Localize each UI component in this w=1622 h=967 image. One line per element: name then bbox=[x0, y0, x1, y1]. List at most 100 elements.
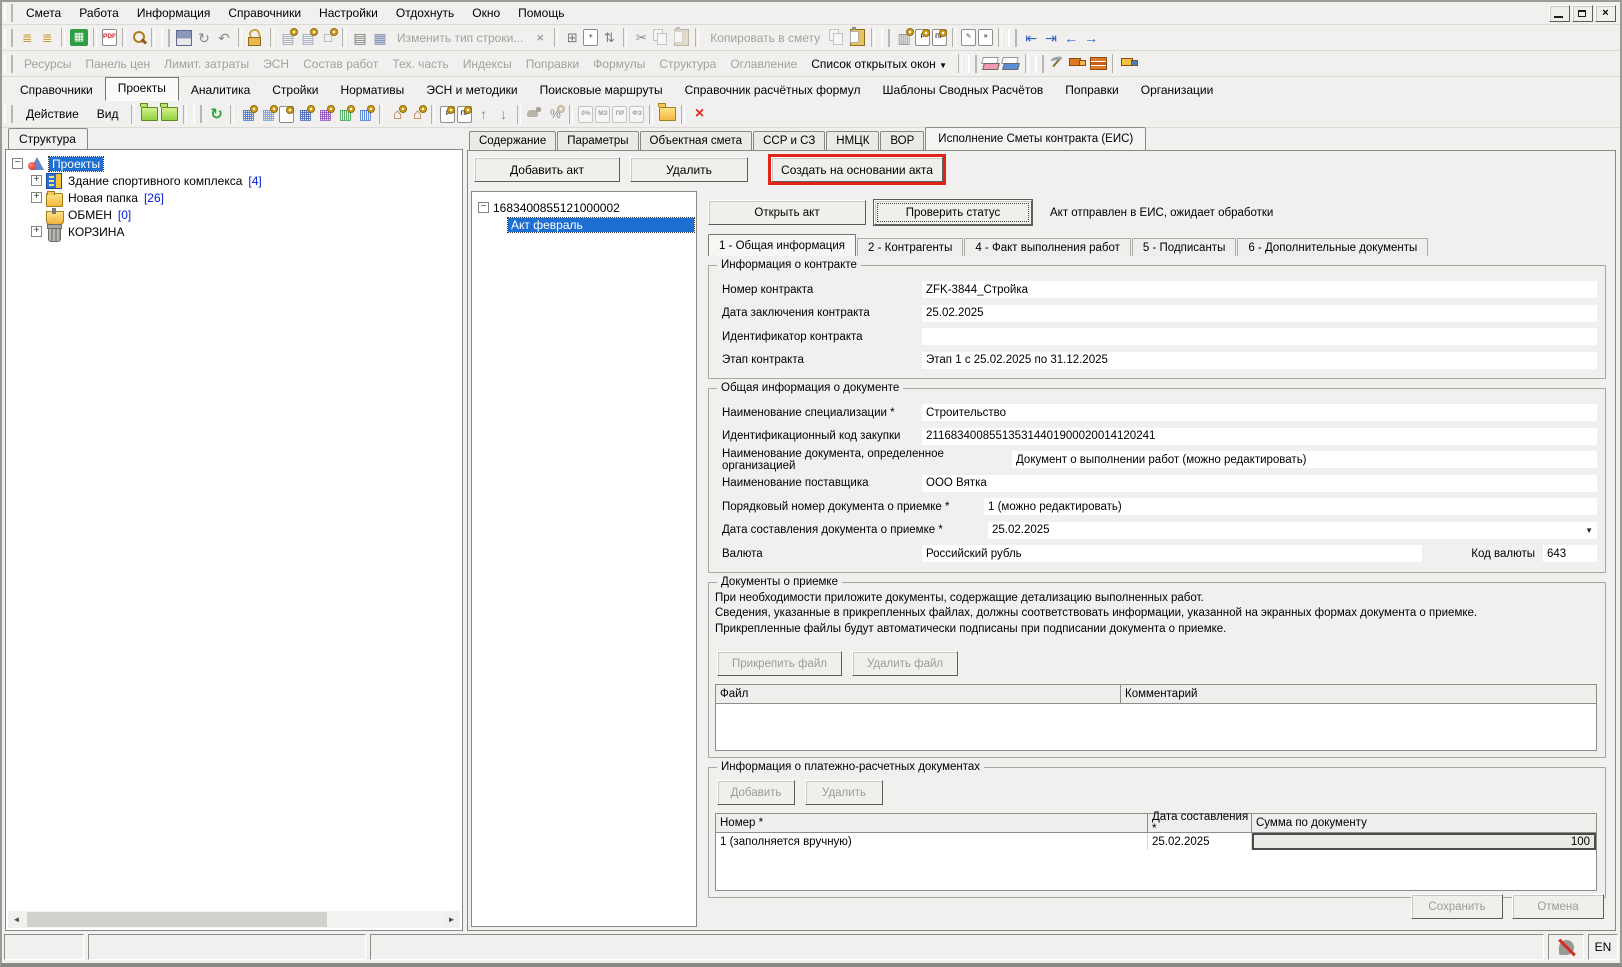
server-settings-icon[interactable]: ▤ bbox=[279, 29, 297, 46]
save-icon[interactable] bbox=[176, 30, 192, 46]
document-name-input[interactable]: Документ о выполнении работ (можно редак… bbox=[1012, 451, 1597, 468]
refresh-green-icon[interactable]: ↻ bbox=[207, 106, 225, 123]
menu-pomosch[interactable]: Помощь bbox=[509, 4, 573, 22]
subtab-dop-dokumenty[interactable]: 6 - Дополнительные документы bbox=[1237, 238, 1428, 256]
import-building-icon[interactable]: ▦ bbox=[296, 106, 314, 123]
blue-books-icon[interactable] bbox=[1004, 57, 1019, 71]
tab-normativy[interactable]: Нормативы bbox=[330, 80, 414, 101]
tab-spravochniki[interactable]: Справочники bbox=[10, 80, 103, 101]
column-header-file[interactable]: Файл bbox=[716, 685, 1121, 703]
scroll-right-icon[interactable]: ► bbox=[443, 911, 460, 928]
collapse-icon[interactable]: − bbox=[478, 202, 489, 213]
move-to-structure-icon[interactable]: ≣ bbox=[38, 29, 56, 46]
column-header-amount[interactable]: Сумма по документу bbox=[1252, 814, 1596, 832]
tree-label[interactable]: Здание спортивного комплекса bbox=[68, 174, 242, 188]
bricks-icon[interactable] bbox=[1090, 57, 1107, 70]
menu-deystvie[interactable]: Действие bbox=[17, 105, 88, 123]
expand-icon[interactable]: + bbox=[31, 192, 42, 203]
calculator-icon[interactable]: ⊞ bbox=[563, 29, 581, 46]
toolbar-grip[interactable] bbox=[4, 4, 13, 22]
create-from-act-button[interactable]: Создать на основании акта bbox=[771, 157, 943, 182]
pdf-export-icon[interactable]: PDF bbox=[102, 29, 117, 46]
save-building-icon[interactable]: ▦ bbox=[316, 106, 334, 123]
menu-otdohnut[interactable]: Отдохнуть bbox=[387, 4, 463, 22]
column-header-comment[interactable]: Комментарий bbox=[1121, 685, 1596, 703]
tab-analitika[interactable]: Аналитика bbox=[181, 80, 260, 101]
menu-okno[interactable]: Окно bbox=[463, 4, 509, 22]
contract-stage-input[interactable]: Этап 1 с 25.02.2025 по 31.12.2025 bbox=[922, 352, 1597, 369]
tab-popravki[interactable]: Поправки bbox=[1055, 80, 1128, 101]
refresh-icon[interactable]: ↻ bbox=[195, 29, 213, 46]
column-header-date[interactable]: Дата составления * bbox=[1148, 814, 1252, 832]
page-r-icon[interactable]: Р bbox=[915, 29, 930, 46]
scroll-left-icon[interactable]: ◄ bbox=[8, 911, 25, 928]
menu-informacia[interactable]: Информация bbox=[128, 4, 219, 22]
clipboard-icon[interactable] bbox=[850, 29, 865, 46]
specialization-input[interactable]: Строительство bbox=[922, 404, 1597, 421]
files-table-body[interactable] bbox=[716, 704, 1596, 750]
open-windows-dropdown[interactable]: Список открытых окон ▼ bbox=[804, 57, 954, 71]
unlock-icon[interactable] bbox=[250, 31, 262, 45]
add-page-icon[interactable]: + bbox=[583, 29, 598, 46]
supplier-input[interactable]: ООО Вятка bbox=[922, 475, 1597, 492]
page-pr-icon[interactable]: ПР bbox=[457, 106, 472, 123]
check-status-button[interactable]: Проверить статус bbox=[874, 200, 1032, 225]
delete-icon[interactable]: × bbox=[690, 106, 708, 123]
acts-root-row[interactable]: − 1683400855121000002 bbox=[478, 199, 694, 216]
contract-number-input[interactable]: ZFK-3844_Стройка bbox=[922, 281, 1597, 298]
tree-row-folder[interactable]: + Новая папка [26] bbox=[12, 189, 460, 206]
tab-esn-i-metodiki[interactable]: ЭСН и методики bbox=[416, 80, 527, 101]
act-label[interactable]: Акт февраль bbox=[508, 218, 694, 232]
tab-soderzhanie[interactable]: Содержание bbox=[469, 131, 556, 150]
payment-row[interactable]: 1 (заполняется вручную) 25.02.2025 100 bbox=[716, 833, 1596, 850]
truck-icon[interactable] bbox=[1070, 58, 1087, 70]
close-button[interactable]: × bbox=[1595, 5, 1616, 22]
level-down-icon[interactable]: → bbox=[1082, 29, 1100, 46]
add-building-icon[interactable]: ▦ bbox=[239, 106, 257, 123]
tab-parametry[interactable]: Параметры bbox=[557, 131, 638, 150]
house-save-icon[interactable]: ⌂ bbox=[408, 106, 426, 123]
page-r-icon[interactable]: Р bbox=[440, 106, 455, 123]
subtab-obschaya-informaciya[interactable]: 1 - Общая информация bbox=[708, 234, 856, 256]
contract-id-input[interactable] bbox=[922, 328, 1597, 345]
horizontal-scrollbar[interactable]: ◄ ► bbox=[8, 911, 460, 928]
tools-icon[interactable] bbox=[1051, 56, 1066, 71]
new-folder-icon[interactable] bbox=[659, 107, 676, 121]
list-edit-icon[interactable]: ✎ bbox=[961, 29, 976, 46]
expand-icon[interactable]: + bbox=[31, 175, 42, 186]
structure-tree-icon[interactable]: ≣ bbox=[18, 29, 36, 46]
menu-smeta[interactable]: Смета bbox=[17, 4, 70, 22]
print-icon[interactable]: ▤ bbox=[351, 29, 369, 46]
language-indicator[interactable]: EN bbox=[1588, 934, 1618, 960]
toolbar-grip[interactable] bbox=[4, 105, 13, 123]
expand-icon[interactable]: + bbox=[31, 226, 42, 237]
menu-vid[interactable]: Вид bbox=[88, 105, 128, 123]
acceptance-date-input[interactable]: 25.02.2025▼ bbox=[988, 522, 1597, 539]
payment-table-body[interactable] bbox=[716, 850, 1596, 890]
add-document-icon[interactable] bbox=[279, 106, 294, 123]
add-object-icon[interactable]: ▦ bbox=[259, 106, 277, 123]
tab-ispolnenie-smety-eis[interactable]: Исполнение Сметы контракта (ЕИС) bbox=[925, 127, 1146, 150]
tree-label[interactable]: КОРЗИНА bbox=[68, 225, 124, 239]
tree-label-projects[interactable]: Проекты bbox=[49, 157, 103, 171]
tab-poiskovye-marshruty[interactable]: Поисковые маршруты bbox=[530, 80, 673, 101]
level-up-icon[interactable]: ← bbox=[1062, 29, 1080, 46]
tree-row-trash[interactable]: + КОРЗИНА bbox=[12, 223, 460, 240]
menu-spravochniki[interactable]: Справочники bbox=[219, 4, 310, 22]
subtab-kontragenty[interactable]: 2 - Контрагенты bbox=[857, 238, 963, 256]
tab-ssr-i-sz[interactable]: ССР и СЗ bbox=[753, 131, 825, 150]
payment-number-cell[interactable]: 1 (заполняется вручную) bbox=[716, 833, 1148, 850]
currency-code-input[interactable]: 643 bbox=[1543, 545, 1597, 562]
delete-act-button[interactable]: Удалить bbox=[630, 157, 748, 182]
tree-label[interactable]: ОБМЕН bbox=[68, 208, 112, 222]
level-first-icon[interactable]: ⇤ bbox=[1022, 29, 1040, 46]
chevron-down-icon[interactable]: ▼ bbox=[1585, 526, 1593, 535]
delivery-truck-icon[interactable] bbox=[1122, 58, 1139, 70]
list-delete-icon[interactable]: × bbox=[978, 29, 993, 46]
minimize-button[interactable] bbox=[1549, 5, 1570, 22]
column-header-number[interactable]: Номер * bbox=[716, 814, 1148, 832]
menu-nastroyki[interactable]: Настройки bbox=[310, 4, 387, 22]
export-book-icon[interactable]: ▥ bbox=[356, 106, 374, 123]
toolbar-grip[interactable] bbox=[4, 29, 13, 47]
level-last-icon[interactable]: ⇥ bbox=[1042, 29, 1060, 46]
